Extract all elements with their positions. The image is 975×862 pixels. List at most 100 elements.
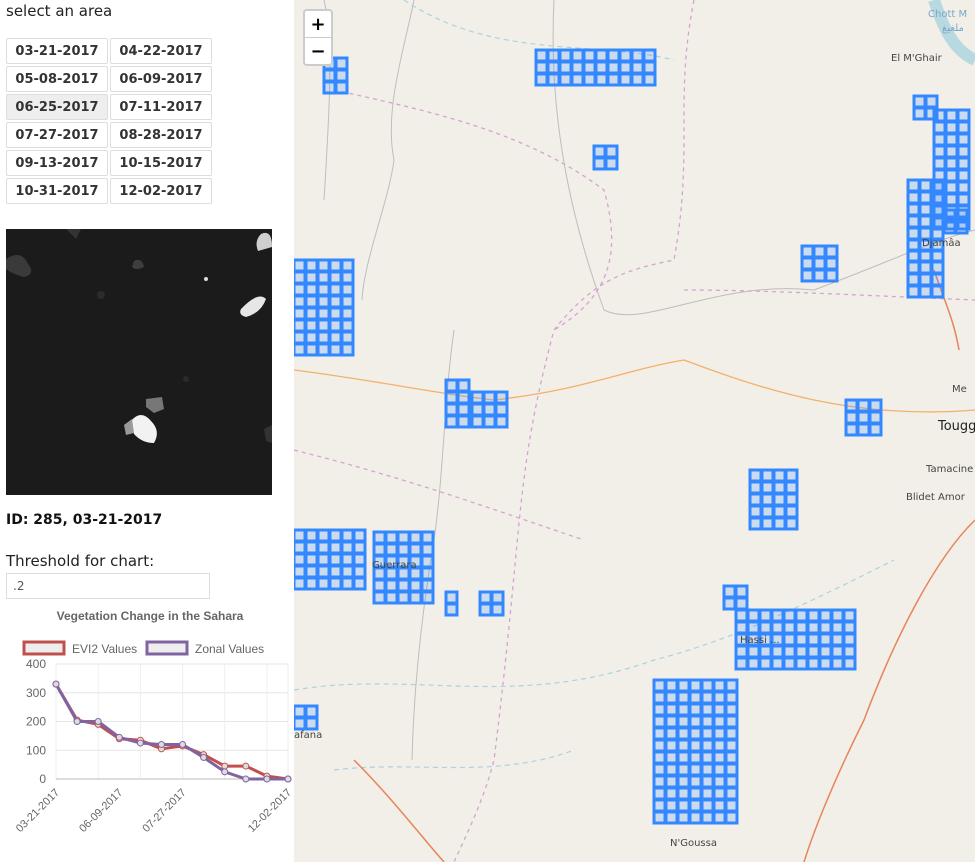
- area-tile[interactable]: [806, 620, 821, 635]
- area-tile[interactable]: [784, 492, 799, 507]
- area-tile[interactable]: [592, 144, 607, 159]
- date-button-06-09-2017[interactable]: 06-09-2017: [110, 66, 212, 92]
- area-tile[interactable]: [456, 378, 471, 393]
- area-tile[interactable]: [700, 690, 715, 705]
- area-tile[interactable]: [712, 786, 727, 801]
- area-tile[interactable]: [906, 248, 921, 263]
- area-tile[interactable]: [800, 256, 815, 271]
- area-tile[interactable]: [328, 576, 343, 591]
- area-tile[interactable]: [618, 60, 633, 75]
- area-tile[interactable]: [316, 270, 331, 285]
- area-tile[interactable]: [700, 738, 715, 753]
- area-tile[interactable]: [328, 330, 343, 345]
- zoom-out-button[interactable]: −: [305, 38, 331, 64]
- area-tile[interactable]: [664, 774, 679, 789]
- area-tile[interactable]: [676, 810, 691, 825]
- area-tile[interactable]: [794, 608, 809, 623]
- area-tile[interactable]: [806, 644, 821, 659]
- area-tile[interactable]: [956, 156, 971, 171]
- date-button-10-31-2017[interactable]: 10-31-2017: [6, 178, 108, 204]
- area-tile[interactable]: [316, 540, 331, 555]
- area-tile[interactable]: [688, 750, 703, 765]
- area-tile[interactable]: [420, 590, 435, 605]
- area-tile[interactable]: [664, 738, 679, 753]
- area-tile[interactable]: [748, 492, 763, 507]
- area-tile[interactable]: [384, 590, 399, 605]
- area-tile[interactable]: [688, 690, 703, 705]
- area-tile[interactable]: [712, 678, 727, 693]
- date-button-03-21-2017[interactable]: 03-21-2017: [6, 38, 108, 64]
- area-tile[interactable]: [630, 60, 645, 75]
- date-button-04-22-2017[interactable]: 04-22-2017: [110, 38, 212, 64]
- area-tile[interactable]: [806, 608, 821, 623]
- area-tile[interactable]: [942, 220, 957, 235]
- area-tile[interactable]: [772, 480, 787, 495]
- area-tile[interactable]: [944, 144, 959, 159]
- area-tile[interactable]: [824, 256, 839, 271]
- area-tile[interactable]: [868, 398, 883, 413]
- area-tile[interactable]: [724, 690, 739, 705]
- area-tile[interactable]: [420, 578, 435, 593]
- area-tile[interactable]: [304, 540, 319, 555]
- area-tile[interactable]: [664, 798, 679, 813]
- area-tile[interactable]: [688, 798, 703, 813]
- area-tile[interactable]: [664, 678, 679, 693]
- area-tile[interactable]: [712, 702, 727, 717]
- area-tile[interactable]: [372, 542, 387, 557]
- area-tile[interactable]: [760, 504, 775, 519]
- area-tile[interactable]: [604, 144, 619, 159]
- area-tile[interactable]: [652, 762, 667, 777]
- area-tile[interactable]: [294, 282, 307, 297]
- area-tile[interactable]: [844, 398, 859, 413]
- area-tile[interactable]: [490, 590, 505, 605]
- area-tile[interactable]: [294, 552, 307, 567]
- area-tile[interactable]: [930, 260, 945, 275]
- area-tile[interactable]: [688, 774, 703, 789]
- area-tile[interactable]: [722, 584, 737, 599]
- area-tile[interactable]: [652, 714, 667, 729]
- area-tile[interactable]: [294, 294, 307, 309]
- area-tile[interactable]: [794, 632, 809, 647]
- area-tile[interactable]: [294, 318, 307, 333]
- area-tile[interactable]: [490, 602, 505, 617]
- area-tile[interactable]: [676, 774, 691, 789]
- area-tile[interactable]: [844, 422, 859, 437]
- area-tile[interactable]: [594, 60, 609, 75]
- area-tile[interactable]: [918, 260, 933, 275]
- area-tile[interactable]: [294, 704, 307, 719]
- area-tile[interactable]: [724, 762, 739, 777]
- area-tile[interactable]: [784, 504, 799, 519]
- area-tile[interactable]: [340, 282, 355, 297]
- area-tile[interactable]: [316, 294, 331, 309]
- area-tile[interactable]: [772, 516, 787, 531]
- area-tile[interactable]: [408, 578, 423, 593]
- area-tile[interactable]: [676, 702, 691, 717]
- area-tile[interactable]: [444, 378, 459, 393]
- area-tile[interactable]: [558, 48, 573, 63]
- area-tile[interactable]: [944, 120, 959, 135]
- area-tile[interactable]: [746, 608, 761, 623]
- area-tile[interactable]: [806, 656, 821, 671]
- area-tile[interactable]: [944, 180, 959, 195]
- area-tile[interactable]: [294, 306, 307, 321]
- area-tile[interactable]: [944, 192, 959, 207]
- area-tile[interactable]: [700, 810, 715, 825]
- area-tile[interactable]: [444, 390, 459, 405]
- area-tile[interactable]: [956, 168, 971, 183]
- area-tile[interactable]: [664, 810, 679, 825]
- area-tile[interactable]: [842, 644, 857, 659]
- area-tile[interactable]: [304, 318, 319, 333]
- area-tile[interactable]: [712, 738, 727, 753]
- area-tile[interactable]: [918, 178, 933, 193]
- area-tile[interactable]: [932, 120, 947, 135]
- area-tile[interactable]: [534, 60, 549, 75]
- area-tile[interactable]: [652, 690, 667, 705]
- area-tile[interactable]: [724, 786, 739, 801]
- area-tile[interactable]: [956, 180, 971, 195]
- area-tile[interactable]: [642, 48, 657, 63]
- area-tile[interactable]: [294, 576, 307, 591]
- area-tile[interactable]: [906, 178, 921, 193]
- area-tile[interactable]: [906, 202, 921, 217]
- area-tile[interactable]: [794, 656, 809, 671]
- area-tile[interactable]: [760, 468, 775, 483]
